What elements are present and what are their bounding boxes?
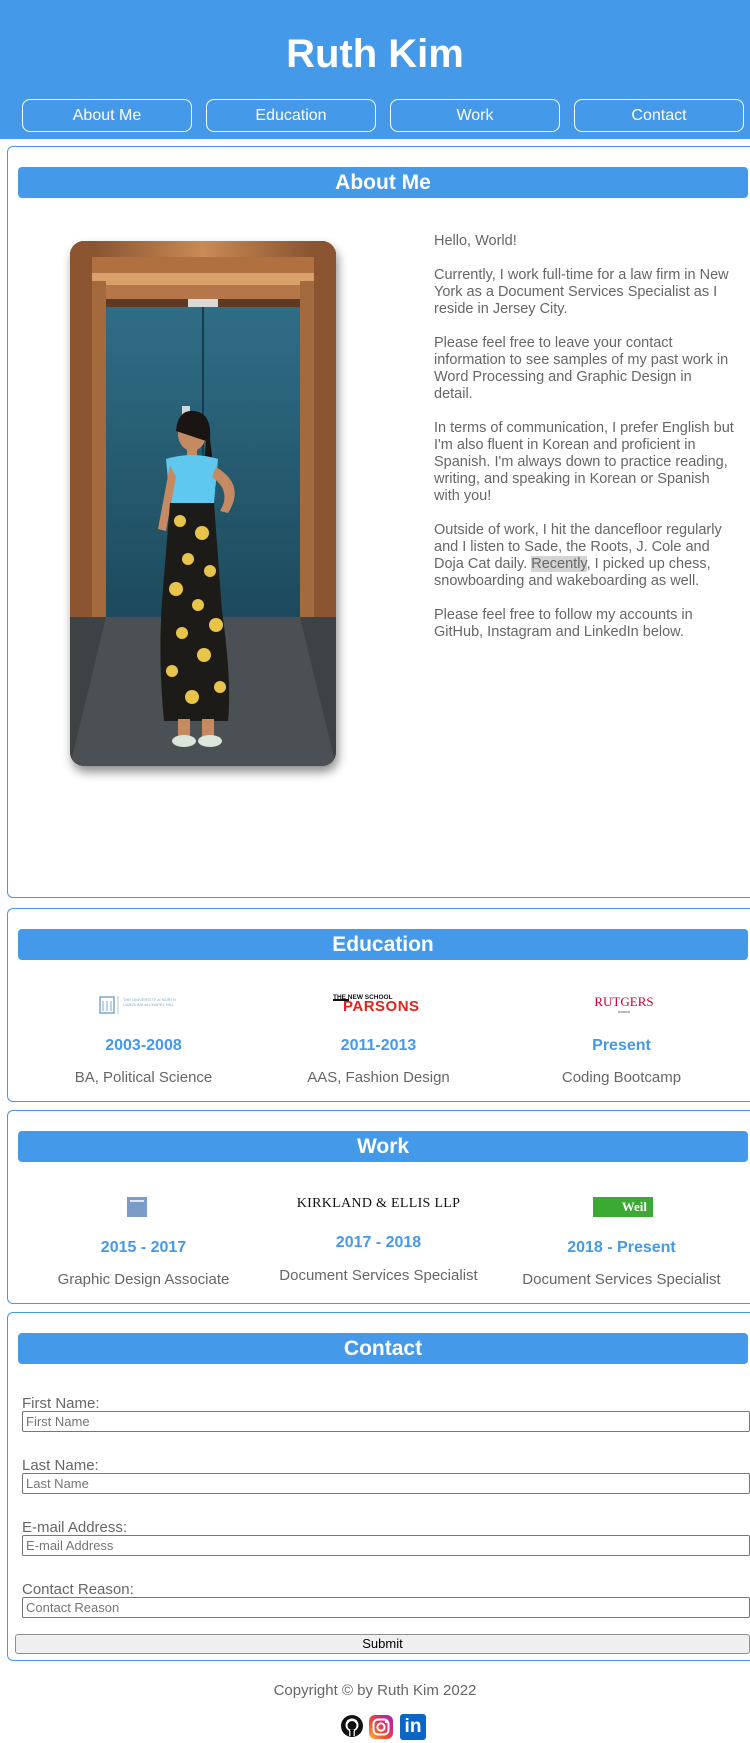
parsons-logo: THE NEW SCHOOL PARSONS (333, 994, 425, 1016)
nav-about-button[interactable]: About Me (22, 99, 192, 132)
instagram-icon[interactable] (368, 1714, 393, 1739)
contact-section: Contact First Name: Last Name: E-mail Ad… (7, 1312, 750, 1661)
first-name-input[interactable] (22, 1411, 750, 1432)
nav-work-button[interactable]: Work (390, 99, 560, 132)
contact-reason-label: Contact Reason: (22, 1581, 134, 1598)
education-desc-parsons: AAS, Fashion Design (307, 1069, 450, 1086)
main-nav: About Me Education Work Contact (22, 99, 744, 132)
about-paragraph-hobbies: Outside of work, I hit the dancefloor re… (434, 522, 734, 590)
education-section: Education THE UNIVERSITY of NORTH CAROLI… (7, 908, 750, 1102)
unc-logo-text: THE UNIVERSITY of NORTH CAROLINA at CHAP… (123, 997, 176, 1007)
parsons-logo-text: PARSONS (343, 998, 420, 1015)
about-paragraph-greeting: Hello, World! (434, 233, 517, 249)
submit-button[interactable]: Submit (15, 1634, 750, 1654)
linkedin-icon[interactable]: in (400, 1714, 426, 1740)
education-desc-rutgers: Coding Bootcamp (561, 1069, 682, 1086)
about-paragraph-social: Please feel free to follow my accounts i… (434, 607, 693, 640)
work-desc-1: Graphic Design Associate (57, 1271, 230, 1288)
kirkland-ellis-logo: KIRKLAND & ELLIS LLP (296, 1196, 461, 1211)
unc-logo: THE UNIVERSITY of NORTH CAROLINA at CHAP… (99, 995, 179, 1015)
about-paragraph-job: Currently, I work full-time for a law fi… (434, 267, 729, 317)
work-years-2: 2017 - 2018 (335, 1234, 422, 1251)
work-heading: Work (18, 1131, 748, 1162)
nav-education-button[interactable]: Education (206, 99, 376, 132)
rutgers-logo: RUTGERS (594, 994, 654, 1016)
site-title: Ruth Kim (286, 32, 464, 76)
about-heading: About Me (18, 167, 748, 198)
last-name-label: Last Name: (22, 1457, 99, 1474)
education-years-unc: 2003-2008 (105, 1037, 182, 1054)
first-name-label: First Name: (22, 1395, 100, 1412)
email-label: E-mail Address: (22, 1519, 128, 1536)
education-desc-unc: BA, Political Science (74, 1069, 213, 1086)
nav-contact-button[interactable]: Contact (574, 99, 744, 132)
work-desc-3: Document Services Specialist (522, 1271, 721, 1288)
about-paragraph-languages: In terms of communication, I prefer Engl… (434, 420, 734, 504)
employer-logo-1 (127, 1197, 147, 1217)
work-section: Work 2015 - 2017 Graphic Design Associat… (7, 1110, 750, 1304)
github-icon[interactable] (340, 1714, 364, 1738)
last-name-input[interactable] (22, 1473, 750, 1494)
weil-logo: Weil (593, 1197, 653, 1217)
copyright-text: Copyright © by Ruth Kim 2022 (273, 1682, 477, 1699)
rutgers-logo-text: RUTGERS (594, 994, 654, 1009)
contact-heading: Contact (18, 1333, 748, 1364)
work-desc-2: Document Services Specialist (279, 1267, 478, 1284)
email-input[interactable] (22, 1535, 750, 1556)
contact-reason-input[interactable] (22, 1597, 750, 1618)
work-years-1: 2015 - 2017 (100, 1239, 187, 1256)
profile-photo-illustration (70, 241, 336, 766)
about-section: About Me Hello, World! Currently, I work… (7, 146, 750, 898)
employer-logo-1-mark (130, 1200, 144, 1202)
work-years-3: 2018 - Present (567, 1239, 676, 1256)
rutgers-logo-subtext (618, 1011, 630, 1013)
site-header: Ruth Kim About Me Education Work Contact (0, 0, 750, 139)
education-years-rutgers: Present (592, 1037, 651, 1054)
highlighted-word: Recently (531, 556, 587, 572)
education-heading: Education (18, 929, 748, 960)
education-years-parsons: 2011-2013 (340, 1037, 417, 1054)
about-paragraph-contact: Please feel free to leave your contact i… (434, 335, 729, 402)
about-text: Hello, World! Currently, I work full-tim… (434, 233, 734, 658)
profile-photo (70, 241, 336, 766)
